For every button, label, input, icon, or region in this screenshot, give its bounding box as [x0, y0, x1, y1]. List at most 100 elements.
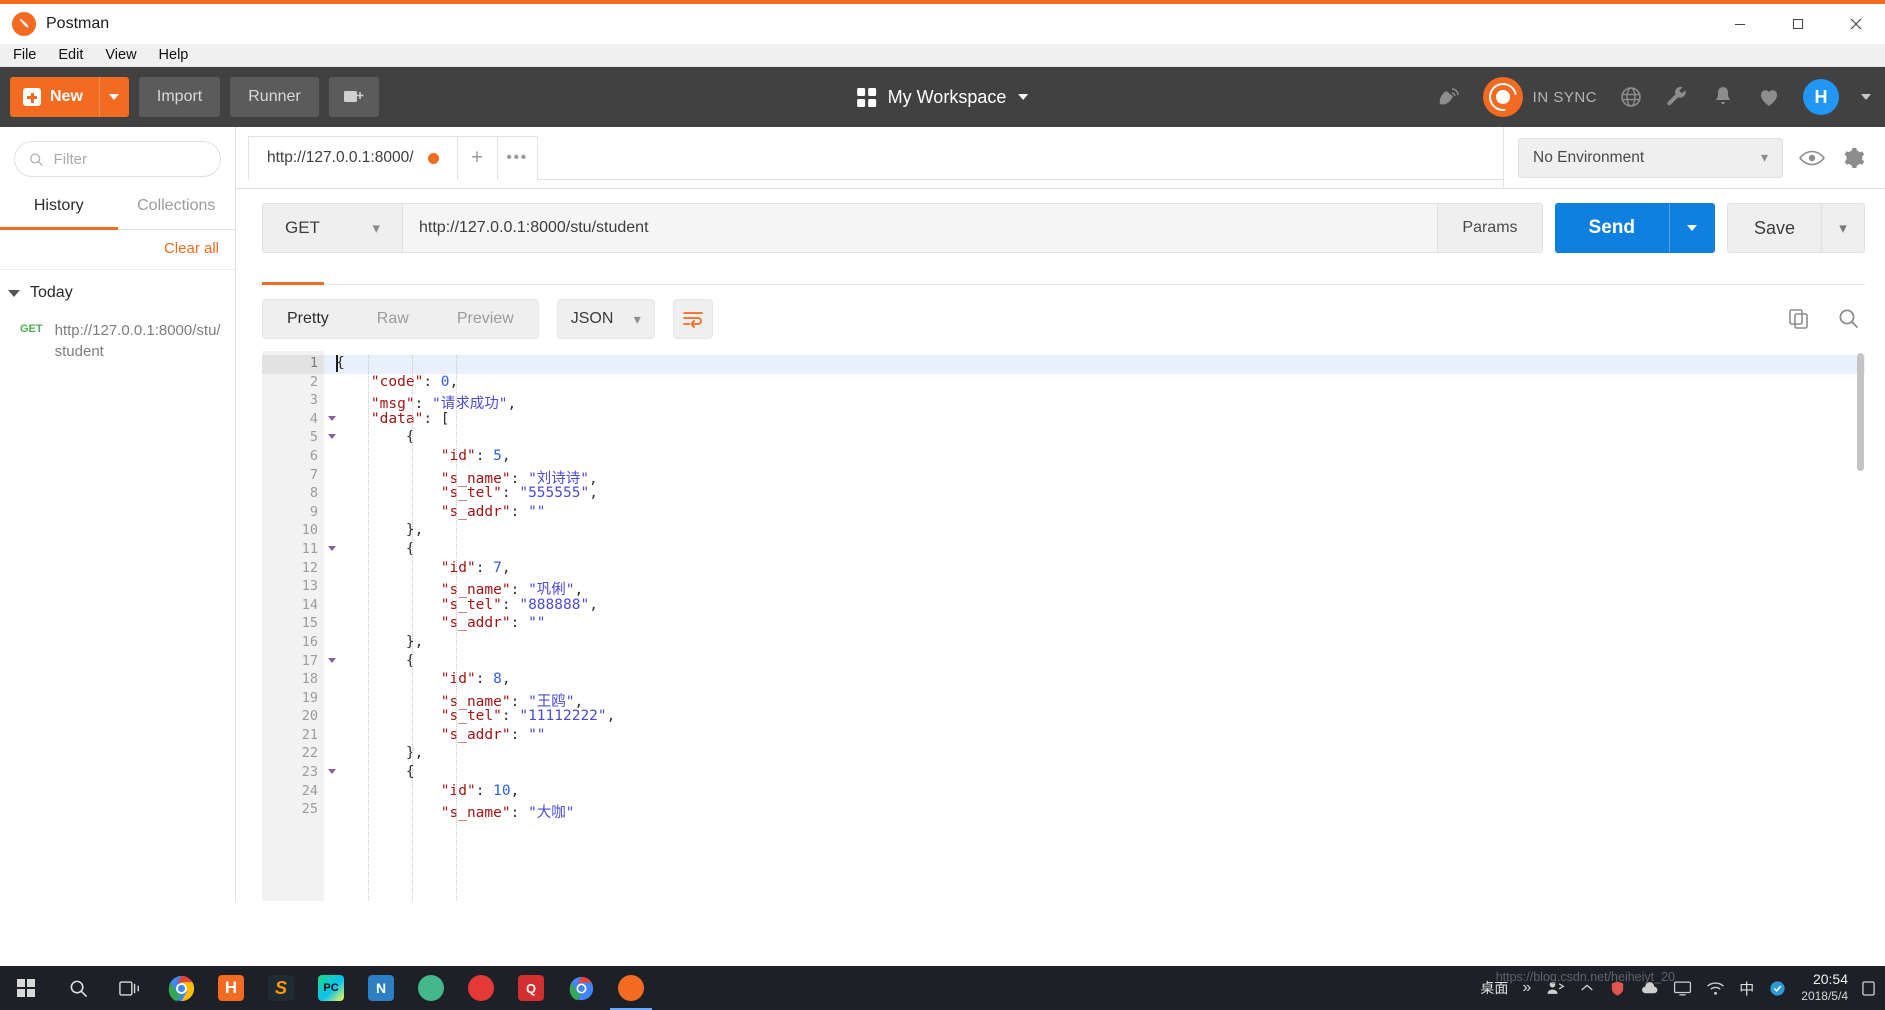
- minimize-icon: [1735, 24, 1745, 25]
- code-line: "s_name": "刘诗诗",: [336, 470, 598, 487]
- response-format-select[interactable]: JSON ▾: [556, 299, 655, 339]
- close-icon: [1850, 18, 1862, 30]
- minimize-button[interactable]: [1711, 4, 1769, 44]
- taskbar-app-pycharm[interactable]: PC: [306, 966, 356, 1010]
- tab-raw[interactable]: Raw: [353, 300, 433, 338]
- notification-icon[interactable]: [1862, 980, 1875, 997]
- code-line: "s_tel": "888888",: [336, 596, 598, 613]
- request-tab-label: http://127.0.0.1:8000/: [267, 149, 414, 166]
- filter-box[interactable]: [14, 141, 221, 177]
- task-view-button[interactable]: [104, 966, 156, 1010]
- start-button[interactable]: [0, 966, 52, 1010]
- taskbar-app-navicat[interactable]: N: [356, 966, 406, 1010]
- import-button[interactable]: Import: [138, 77, 221, 117]
- chevron-down-icon: [1687, 225, 1698, 231]
- vertical-scrollbar[interactable]: [1856, 351, 1865, 901]
- avatar[interactable]: H: [1803, 79, 1839, 115]
- account-chevron-down-icon[interactable]: [1861, 94, 1871, 100]
- line-number: 1: [262, 355, 336, 374]
- code-line: "s_addr": "": [336, 503, 546, 520]
- new-dropdown-button[interactable]: [98, 77, 129, 117]
- line-number-gutter: 1 2 3 4 5 6 7 8 9 10 11 12 13 14 15 16 17 18 19 20 21 22 23 24 2…: [262, 351, 336, 901]
- taskbar-app-chrome-2[interactable]: [556, 966, 606, 1010]
- taskbar-app-h[interactable]: H: [206, 966, 256, 1010]
- taskbar-app-anaconda[interactable]: [406, 966, 456, 1010]
- new-button[interactable]: New: [10, 77, 129, 117]
- display-icon[interactable]: [1673, 979, 1692, 998]
- workspace-selector[interactable]: My Workspace: [856, 87, 1029, 108]
- scrollbar-thumb[interactable]: [1857, 353, 1864, 471]
- sync-tray-icon[interactable]: [1768, 979, 1787, 998]
- search-icon: [70, 980, 87, 997]
- list-item[interactable]: GET http://127.0.0.1:8000/stu/student: [0, 314, 235, 372]
- line-number: 8: [309, 485, 318, 502]
- clock[interactable]: 20:54 2018/5/4: [1801, 971, 1848, 1005]
- copy-icon[interactable]: [1787, 307, 1811, 331]
- params-button[interactable]: Params: [1438, 203, 1543, 253]
- menu-item-edit[interactable]: Edit: [47, 45, 94, 65]
- tab-preview[interactable]: Preview: [433, 300, 538, 338]
- wrench-icon[interactable]: [1665, 85, 1689, 109]
- send-button[interactable]: Send: [1554, 203, 1669, 253]
- save-options-button[interactable]: ▾: [1821, 203, 1865, 253]
- globe-icon[interactable]: [1619, 85, 1643, 109]
- gear-icon[interactable]: [1841, 146, 1865, 170]
- bell-icon[interactable]: [1711, 85, 1735, 109]
- ime-indicator[interactable]: 中: [1739, 978, 1754, 999]
- wrap-lines-button[interactable]: [672, 299, 713, 339]
- http-method-select[interactable]: GET ▾: [262, 203, 402, 253]
- menu-item-help[interactable]: Help: [148, 45, 200, 65]
- window-controls: [1711, 4, 1885, 44]
- tab-pretty[interactable]: Pretty: [263, 300, 353, 338]
- search-icon[interactable]: [1837, 307, 1861, 331]
- menu-item-view[interactable]: View: [94, 45, 147, 65]
- history-item-url: http://127.0.0.1:8000/stu/student: [54, 322, 221, 360]
- app-body: History Collections Clear all Today GET …: [0, 126, 1885, 901]
- response-body-viewer[interactable]: 1 2 3 4 5 6 7 8 9 10 11 12 13 14 15 16 17 18 19 20 21 22 23 24 2…: [262, 351, 1865, 901]
- request-tab[interactable]: http://127.0.0.1:8000/: [248, 135, 458, 180]
- clock-date: 2018/5/4: [1801, 989, 1848, 1003]
- send-options-button[interactable]: [1668, 203, 1715, 253]
- code-line: "s_name": "大咖": [336, 805, 575, 822]
- code-area[interactable]: { "code": 0, "msg": "请求成功", "data": [ { …: [324, 351, 1865, 901]
- chrome-icon: [168, 975, 194, 1001]
- eye-icon[interactable]: [1799, 148, 1825, 168]
- taskbar-app-chrome[interactable]: [156, 966, 206, 1010]
- menu-item-file[interactable]: File: [2, 45, 47, 65]
- sync-status-label: IN SYNC: [1532, 88, 1597, 106]
- runner-button[interactable]: Runner: [230, 77, 319, 117]
- environment-select[interactable]: No Environment ▾: [1518, 137, 1783, 178]
- new-button-label: New: [50, 88, 83, 105]
- line-number: 4: [262, 411, 336, 430]
- tab-collections[interactable]: Collections: [118, 187, 236, 230]
- postman-icon: [618, 975, 644, 1001]
- save-button[interactable]: Save: [1726, 203, 1821, 253]
- code-line: {: [336, 652, 415, 669]
- taskbar-app-qq[interactable]: Q: [506, 966, 556, 1010]
- satellite-dish-icon[interactable]: [1437, 85, 1461, 109]
- network-icon[interactable]: [1706, 979, 1725, 998]
- h-app-icon: H: [218, 975, 244, 1001]
- line-number: 11: [262, 541, 336, 560]
- pycharm-icon: PC: [318, 975, 344, 1001]
- maximize-button[interactable]: [1769, 4, 1827, 44]
- close-button[interactable]: [1827, 4, 1885, 44]
- environment-label: No Environment: [1533, 148, 1645, 166]
- url-input[interactable]: [402, 203, 1439, 253]
- taskbar-app-editor[interactable]: [456, 966, 506, 1010]
- app-title: Postman: [46, 15, 110, 32]
- open-new-window-button[interactable]: [328, 77, 379, 117]
- line-number: 14: [301, 596, 318, 613]
- search-input[interactable]: [53, 150, 206, 168]
- history-group-today[interactable]: Today: [0, 270, 235, 314]
- tab-options-button[interactable]: •••: [497, 135, 538, 180]
- main-toolbar: New Import Runner My Workspace IN SYNC H: [0, 67, 1885, 127]
- taskbar-app-sublime[interactable]: S: [256, 966, 306, 1010]
- chevron-down-icon: ▾: [1839, 220, 1847, 237]
- taskbar-search-button[interactable]: [52, 966, 104, 1010]
- clear-all-button[interactable]: Clear all: [164, 240, 219, 257]
- new-tab-button[interactable]: +: [457, 135, 498, 180]
- taskbar-app-postman[interactable]: [606, 966, 656, 1010]
- tab-history[interactable]: History: [0, 187, 118, 230]
- heart-icon[interactable]: [1757, 85, 1781, 109]
